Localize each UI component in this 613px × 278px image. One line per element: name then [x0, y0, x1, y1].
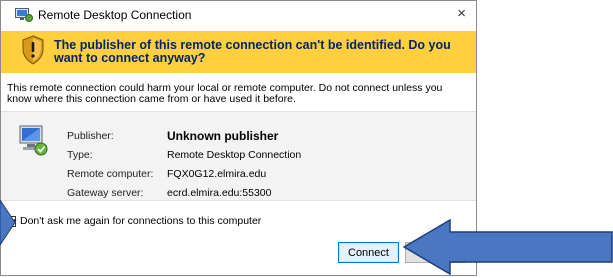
annotation-arrow-left — [0, 200, 16, 245]
gateway-server-label: Gateway server: — [67, 186, 144, 199]
detail-row-gateway-server: Gateway server: ecrd.elmira.edu:55300 — [67, 183, 367, 202]
warning-message: This remote connection could harm your l… — [7, 82, 443, 105]
connection-details-table: Publisher: Unknown publisher Type: Remot… — [67, 126, 367, 202]
remote-computer-value: FQX0G12.elmira.edu — [167, 167, 267, 180]
dont-ask-again-label: Don't ask me again for connections to th… — [20, 215, 262, 227]
connect-button[interactable]: Connect — [338, 242, 399, 263]
title-bar[interactable]: Remote Desktop Connection × — [1, 1, 476, 27]
warning-heading: The publisher of this remote connection … — [54, 38, 451, 65]
detail-row-publisher: Publisher: Unknown publisher — [67, 126, 367, 145]
annotation-arrow-right — [403, 219, 613, 275]
warning-banner: The publisher of this remote connection … — [1, 31, 476, 73]
type-label: Type: — [67, 148, 93, 161]
detail-row-remote-computer: Remote computer: FQX0G12.elmira.edu — [67, 164, 367, 183]
remote-computer-label: Remote computer: — [67, 167, 154, 180]
type-value: Remote Desktop Connection — [167, 148, 302, 161]
remote-desktop-icon — [15, 8, 33, 22]
detail-row-type: Type: Remote Desktop Connection — [67, 145, 367, 164]
connection-details-panel: Publisher: Unknown publisher Type: Remot… — [1, 111, 476, 201]
publisher-label: Publisher: — [67, 129, 114, 142]
gateway-server-value: ecrd.elmira.edu:55300 — [167, 186, 272, 199]
close-button[interactable]: × — [457, 4, 466, 24]
computer-icon — [19, 125, 48, 156]
publisher-value: Unknown publisher — [167, 128, 279, 143]
window-title: Remote Desktop Connection — [38, 8, 192, 22]
shield-warning-icon — [22, 35, 44, 65]
